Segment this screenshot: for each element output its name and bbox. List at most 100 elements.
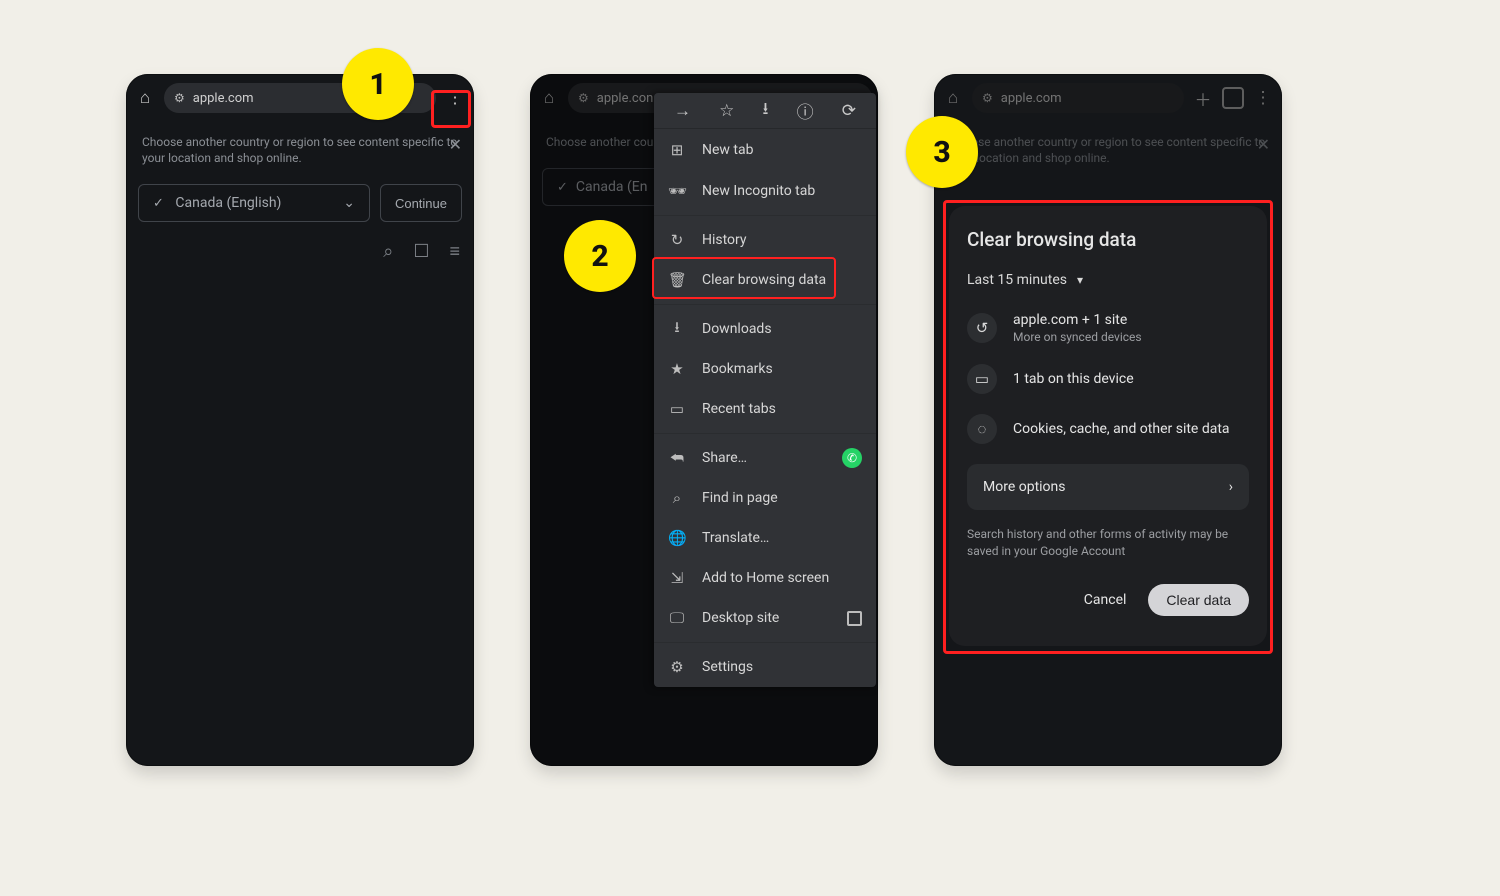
step-marker-3: 3 — [906, 116, 978, 188]
url-bar[interactable]: ⚙ apple.com — [972, 83, 1184, 113]
dialog-title: Clear browsing data — [967, 228, 1249, 251]
menu-label: Share… — [702, 450, 747, 466]
locale-select-row: ✓ Canada (English) ⌄ Continue — [126, 184, 474, 222]
clear-data-button[interactable]: Clear data — [1148, 584, 1249, 616]
menu-translate[interactable]: 🌐 Translate… — [654, 518, 876, 558]
reload-icon[interactable]: ⟳ — [842, 101, 856, 121]
history-icon: ↻ — [668, 231, 686, 249]
step-marker-1: 1 — [342, 48, 414, 120]
url-text: apple.com — [193, 91, 254, 106]
more-options-button[interactable]: More options › — [967, 464, 1249, 510]
continue-button[interactable]: Continue — [380, 184, 462, 222]
clear-item-text: 1 tab on this device — [1013, 371, 1134, 387]
locale-banner: Choose another country or region to see … — [126, 122, 474, 178]
menu-incognito[interactable]: 🕶 New Incognito tab — [654, 171, 876, 211]
menu-label: New tab — [702, 142, 753, 158]
tabs-count[interactable] — [1222, 87, 1244, 109]
locale-banner-text: Choose another countr — [546, 135, 668, 149]
gear-icon: ⚙ — [668, 658, 686, 676]
menu-new-tab[interactable]: ⊞ New tab — [654, 129, 876, 171]
menu-bookmarks[interactable]: ★ Bookmarks — [654, 349, 876, 389]
overflow-menu: → ☆ ⭳ ⓘ ⟳ ⊞ New tab 🕶 New Incognito tab … — [654, 93, 876, 687]
info-icon[interactable]: ⓘ — [797, 98, 814, 123]
menu-find[interactable]: ⌕ Find in page — [654, 478, 876, 518]
menu-share[interactable]: ⮪ Share… ✆ — [654, 438, 876, 478]
tune-icon: ⚙ — [174, 91, 185, 105]
close-icon[interactable]: ✕ — [449, 134, 462, 156]
star-icon[interactable]: ☆ — [719, 101, 734, 121]
menu-label: Settings — [702, 659, 753, 675]
bookmark-icon: ★ — [668, 360, 686, 378]
translate-icon: 🌐 — [668, 529, 686, 547]
incognito-icon: 🕶 — [668, 182, 686, 200]
menu-label: Desktop site — [702, 610, 779, 626]
apple-nav: ⌕ ☐ ≡ — [126, 230, 474, 272]
cancel-button[interactable]: Cancel — [1076, 586, 1135, 614]
checkbox-unchecked[interactable] — [847, 611, 862, 626]
menu-label: New Incognito tab — [702, 183, 815, 199]
find-icon: ⌕ — [668, 489, 686, 507]
locale-banner-text: Choose another country or region to see … — [950, 135, 1265, 165]
menu-label: Recent tabs — [702, 401, 776, 417]
more-options-label: More options — [983, 479, 1066, 495]
forward-icon[interactable]: → — [674, 101, 691, 121]
overflow-menu-button[interactable]: ⋮ — [442, 85, 468, 111]
chrome-toolbar: ⌂ ⚙ apple.com ⋮ — [126, 74, 474, 122]
check-icon: ✓ — [153, 196, 164, 211]
tune-icon: ⚙ — [982, 91, 993, 105]
time-range-select[interactable]: Last 15 minutes ▾ — [967, 272, 1083, 288]
url-text: apple.con — [597, 91, 654, 106]
menu-label: Translate… — [702, 530, 769, 546]
locale-banner: Choose another country or region to see … — [934, 122, 1282, 178]
locale-banner-text: Choose another country or region to see … — [142, 135, 457, 165]
menu-label: Add to Home screen — [702, 570, 829, 586]
region-label: Canada (English) — [175, 195, 281, 211]
home-icon[interactable]: ⌂ — [940, 85, 966, 111]
menu-downloads[interactable]: ⭳ Downloads — [654, 309, 876, 349]
clear-item-sub: More on synced devices — [1013, 330, 1142, 344]
menu-label: Clear browsing data — [702, 272, 826, 288]
tab-icon: ▭ — [967, 364, 997, 394]
hamburger-icon[interactable]: ≡ — [449, 241, 460, 262]
clear-item-text: Cookies, cache, and other site data — [1013, 421, 1230, 437]
menu-history[interactable]: ↻ History — [654, 220, 876, 260]
menu-label: Bookmarks — [702, 361, 773, 377]
bag-icon[interactable]: ☐ — [413, 241, 429, 262]
home-icon[interactable]: ⌂ — [536, 85, 562, 111]
new-tab-icon[interactable]: ＋ — [1190, 85, 1216, 111]
home-icon[interactable]: ⌂ — [132, 85, 158, 111]
dialog-note: Search history and other forms of activi… — [967, 526, 1249, 560]
overflow-menu-button[interactable]: ⋮ — [1250, 85, 1276, 111]
close-icon[interactable]: ✕ — [1257, 134, 1270, 156]
history-icon: ↺ — [967, 313, 997, 343]
clear-item-history: ↺ apple.com + 1 site More on synced devi… — [967, 302, 1249, 354]
menu-toprow: → ☆ ⭳ ⓘ ⟳ — [654, 93, 876, 129]
region-select[interactable]: ✓ Canada (English) ⌄ — [138, 184, 370, 222]
download-icon: ⭳ — [668, 317, 686, 342]
menu-desktop-site[interactable]: 🖵 Desktop site — [654, 598, 876, 638]
chrome-toolbar: ⌂ ⚙ apple.com ＋ ⋮ — [934, 74, 1282, 122]
time-range-label: Last 15 minutes — [967, 272, 1067, 288]
check-icon: ✓ — [557, 180, 568, 195]
whatsapp-icon: ✆ — [842, 448, 862, 468]
download-icon[interactable]: ⭳ — [763, 96, 769, 125]
menu-label: Downloads — [702, 321, 772, 337]
phone-step1: ⌂ ⚙ apple.com ⋮ Choose another country o… — [126, 74, 474, 766]
tutorial-stage: ⌂ ⚙ apple.com ⋮ Choose another country o… — [0, 0, 1500, 896]
trash-icon: 🗑 — [668, 271, 686, 289]
menu-label: Find in page — [702, 490, 778, 506]
menu-clear-browsing-data[interactable]: 🗑 Clear browsing data — [654, 260, 876, 300]
clear-item-cookies: ◌ Cookies, cache, and other site data — [967, 404, 1249, 454]
cookie-icon: ◌ — [967, 414, 997, 444]
menu-add-home[interactable]: ⇲ Add to Home screen — [654, 558, 876, 598]
desktop-icon: 🖵 — [668, 609, 686, 627]
search-icon[interactable]: ⌕ — [383, 241, 393, 262]
chevron-down-icon: ▾ — [1077, 273, 1083, 287]
chevron-right-icon: › — [1229, 479, 1233, 495]
chevron-down-icon: ⌄ — [343, 195, 355, 211]
share-icon: ⮪ — [668, 449, 686, 467]
menu-settings[interactable]: ⚙ Settings — [654, 647, 876, 687]
menu-label: History — [702, 232, 747, 248]
tune-icon: ⚙ — [578, 91, 589, 105]
menu-recent-tabs[interactable]: ▭ Recent tabs — [654, 389, 876, 429]
